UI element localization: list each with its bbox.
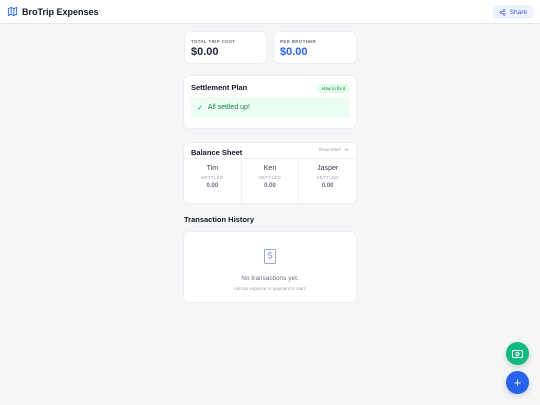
receipt-icon (264, 249, 276, 269)
empty-subtitle: Add an expense or payment to start. (233, 286, 307, 291)
person-status: SETTLED (201, 175, 224, 180)
cash-icon (512, 349, 523, 358)
person-amount: 0.00 (321, 183, 334, 189)
settlement-plan-card: Settlement Plan How to fix it ✓ All sett… (183, 75, 357, 129)
check-icon: ✓ (197, 104, 203, 112)
person-status: SETTLED (316, 175, 339, 180)
balance-list: Tim SETTLED 0.00 Ken SETTLED 0.00 Jasper… (184, 160, 356, 203)
plus-icon: + (513, 375, 522, 390)
person-name: Tim (206, 165, 219, 172)
per-brother-value: $0.00 (280, 46, 308, 58)
share-button[interactable]: Share (491, 5, 534, 19)
person-status: SETTLED (258, 175, 282, 180)
balance-sheet-card: Balance Sheet Show Math Tim SETTLED 0.00… (183, 142, 357, 204)
map-icon (7, 6, 18, 17)
per-brother-label: PER BROTHER (280, 39, 317, 44)
how-to-fix-badge[interactable]: How to fix it (317, 84, 349, 93)
transaction-empty-state: No transactions yet. Add an expense or p… (183, 231, 357, 303)
chevron-down-icon (344, 148, 349, 151)
empty-title: No transactions yet. (241, 275, 299, 282)
balance-person: Jasper SETTLED 0.00 (298, 160, 356, 203)
person-amount: 0.00 (264, 183, 276, 189)
total-cost-card: TOTAL TRIP COST $0.00 (184, 31, 267, 64)
per-brother-card: PER BROTHER $0.00 (273, 31, 357, 64)
person-name: Jasper (317, 165, 339, 172)
divider (184, 158, 356, 159)
balance-person: Tim SETTLED 0.00 (184, 160, 241, 203)
settled-status: ✓ All settled up! (191, 97, 349, 118)
top-bar: BroTrip Expenses Share (0, 0, 540, 24)
settlement-title: Settlement Plan (191, 83, 248, 92)
transaction-history-title: Transaction History (184, 215, 255, 224)
brand: BroTrip Expenses (7, 6, 99, 17)
person-name: Ken (263, 165, 277, 172)
show-math-toggle[interactable]: Show Math (318, 147, 349, 152)
balance-title: Balance Sheet (191, 148, 243, 157)
total-cost-label: TOTAL TRIP COST (191, 39, 236, 44)
share-icon (499, 8, 506, 16)
total-cost-value: $0.00 (191, 46, 219, 58)
balance-person: Ken SETTLED 0.00 (240, 160, 299, 203)
person-amount: 0.00 (206, 183, 219, 189)
app-title: BroTrip Expenses (22, 6, 99, 17)
add-expense-button[interactable]: + (506, 371, 529, 394)
settled-text: All settled up! (207, 104, 250, 111)
show-math-label: Show Math (318, 147, 341, 152)
share-label: Share (509, 8, 527, 16)
add-payment-button[interactable] (506, 342, 529, 365)
